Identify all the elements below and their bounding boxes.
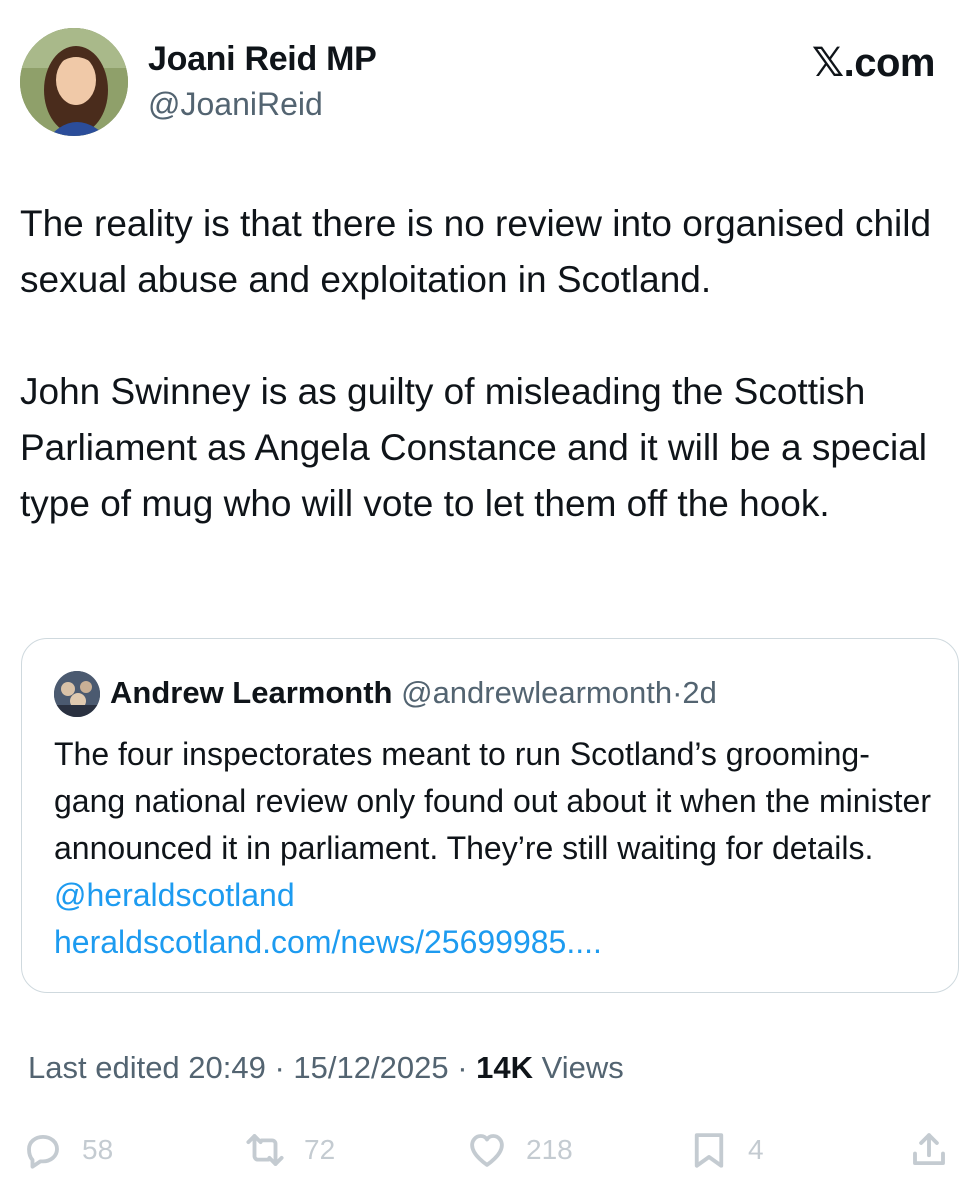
share-button[interactable] [908, 1122, 950, 1178]
article-link[interactable]: heraldscotland.com/news/25699985.... [54, 924, 602, 960]
views-label: Views [541, 1050, 624, 1085]
mention-link[interactable]: @heraldscotland [54, 877, 295, 913]
quoted-tweet-card[interactable]: Andrew Learmonth @andrewlearmonth·2d The… [21, 638, 959, 993]
x-logo: 𝕏.com [811, 41, 936, 85]
quoted-tweet-header: Andrew Learmonth @andrewlearmonth·2d [110, 675, 717, 711]
quoted-author-avatar[interactable] [54, 671, 100, 717]
tweet-meta: Last edited 20:49 · 15/12/2025 · 14K Vie… [28, 1050, 624, 1086]
like-button[interactable]: 218 [466, 1122, 573, 1178]
reply-button[interactable]: 58 [22, 1122, 113, 1178]
quoted-tweet-body: The four inspectorates meant to run Scot… [54, 736, 931, 866]
reply-icon [27, 1134, 59, 1169]
quoted-author-name[interactable]: Andrew Learmonth [110, 675, 392, 710]
like-count: 218 [526, 1134, 573, 1165]
views-count: 14K [476, 1050, 534, 1085]
quoted-tweet-time: 2d [682, 675, 717, 710]
tweet-text: The reality is that there is no review i… [20, 196, 955, 532]
author-name[interactable]: Joani Reid MP [148, 40, 377, 79]
author-handle[interactable]: @JoaniReid [148, 86, 323, 123]
share-icon [913, 1133, 945, 1166]
heart-icon [470, 1134, 504, 1167]
meta-separator: · [457, 1050, 468, 1085]
reply-count: 58 [82, 1134, 114, 1165]
tweet-paragraph: The reality is that there is no review i… [20, 203, 932, 300]
repost-button[interactable]: 72 [244, 1122, 335, 1178]
tweet-paragraph: John Swinney is as guilty of misleading … [20, 371, 928, 524]
bookmark-button[interactable]: 4 [688, 1122, 764, 1178]
edited-timestamp[interactable]: Last edited 20:49 · 15/12/2025 [28, 1050, 449, 1085]
bookmark-count: 4 [748, 1134, 764, 1165]
repost-count: 72 [304, 1134, 336, 1165]
action-bar: 58 72 218 4 [0, 1122, 979, 1178]
bookmark-icon [694, 1133, 724, 1168]
meta-separator: · [672, 675, 683, 710]
author-avatar[interactable] [20, 28, 128, 136]
quoted-tweet-text: The four inspectorates meant to run Scot… [54, 731, 934, 966]
quoted-author-handle[interactable]: @andrewlearmonth [401, 675, 672, 710]
repost-icon [246, 1134, 284, 1166]
